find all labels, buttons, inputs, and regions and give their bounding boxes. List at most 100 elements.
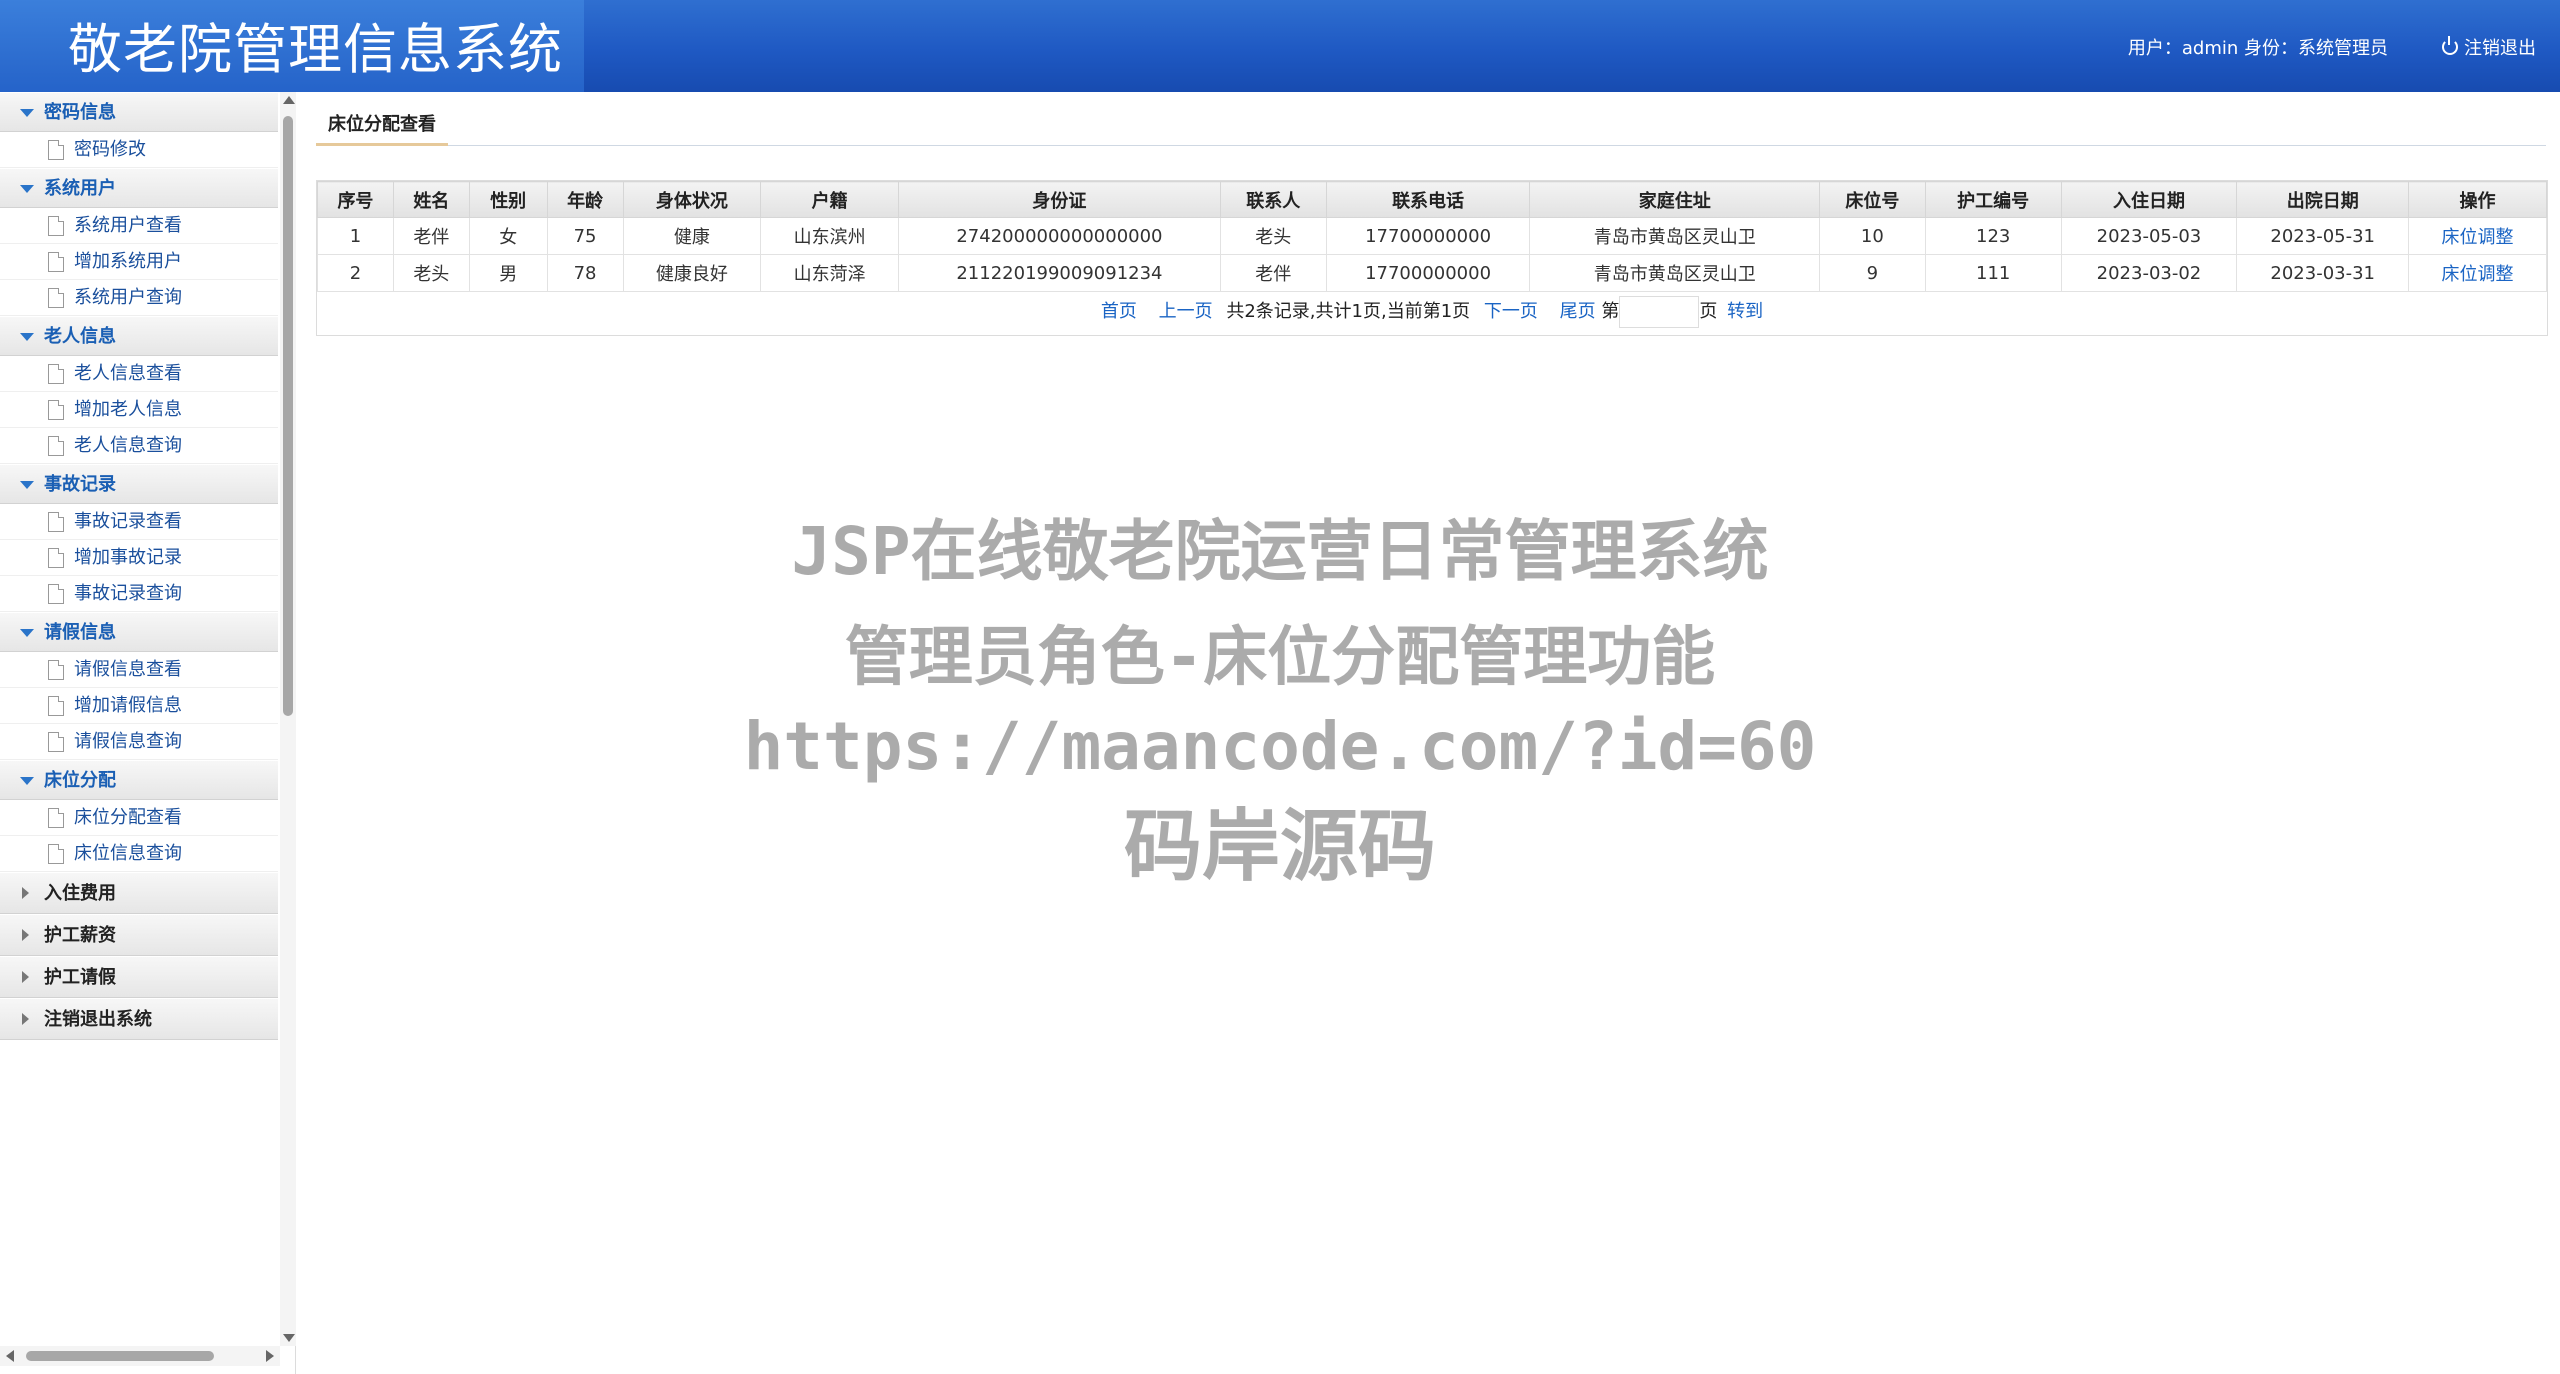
sidebar-item-password-change[interactable]: 密码修改 [0, 132, 278, 168]
sidebar-item-accident-query[interactable]: 事故记录查询 [0, 576, 278, 612]
bed-adjust-link[interactable]: 床位调整 [2408, 217, 2547, 255]
data-panel: 序号 姓名 性别 年龄 身体状况 户籍 身份证 联系人 联系电话 家庭住址 床位… [316, 180, 2548, 336]
sidebar-item-bed-query[interactable]: 床位信息查询 [0, 836, 278, 872]
scroll-down-icon[interactable] [283, 1334, 295, 1342]
table-cell: 274200000000000000 [898, 217, 1221, 255]
scroll-thumb[interactable] [26, 1351, 214, 1361]
sidebar-item-accident-add[interactable]: 增加事故记录 [0, 540, 278, 576]
sidebar: 密码信息 密码修改 系统用户 系统用户查看 增加系统用户 系统用户查询 老人信息… [0, 92, 296, 1374]
chevron-down-icon [20, 481, 34, 489]
sidebar-group-fees[interactable]: 入住费用 [0, 872, 278, 914]
column-header: 入住日期 [2060, 181, 2238, 218]
chevron-right-icon [22, 971, 29, 983]
pagination: 首页 上一页 共2条记录,共计1页,当前第1页 下一页 尾页 第 页 转到 [317, 292, 2547, 332]
scroll-up-icon[interactable] [283, 96, 295, 104]
column-header: 联系人 [1219, 181, 1327, 218]
user-info: 用户：admin 身份：系统管理员 [2127, 38, 2388, 59]
document-icon [48, 400, 64, 420]
document-icon [48, 844, 64, 864]
sidebar-item-system-user-add[interactable]: 增加系统用户 [0, 244, 278, 280]
table-cell: 10 [1818, 217, 1926, 255]
chevron-down-icon [20, 333, 34, 341]
sidebar-item-elderly-view[interactable]: 老人信息查看 [0, 356, 278, 392]
document-icon [48, 696, 64, 716]
chevron-down-icon [20, 185, 34, 193]
table-row: 1 老伴 女 75 健康 山东滨州 274200000000000000 老头 … [317, 217, 2547, 255]
sidebar-horizontal-scrollbar[interactable] [0, 1346, 280, 1366]
sidebar-group-beds[interactable]: 床位分配 [0, 760, 278, 800]
column-header: 户籍 [760, 181, 900, 218]
sidebar-item-elderly-query[interactable]: 老人信息查询 [0, 428, 278, 464]
table-cell: 健康良好 [622, 254, 762, 292]
document-icon [48, 584, 64, 604]
sidebar-item-elderly-add[interactable]: 增加老人信息 [0, 392, 278, 428]
chevron-down-icon [20, 777, 34, 785]
sidebar-group-leave[interactable]: 请假信息 [0, 612, 278, 652]
pager-page-suffix: 页 [1699, 301, 1718, 322]
pager-first-link[interactable]: 首页 [1101, 301, 1137, 322]
scroll-thumb[interactable] [283, 116, 293, 716]
table-cell: 2023-05-31 [2236, 217, 2410, 255]
document-icon [48, 288, 64, 308]
table-cell: 17700000000 [1325, 254, 1531, 292]
document-icon [48, 436, 64, 456]
sidebar-group-accidents[interactable]: 事故记录 [0, 464, 278, 504]
sidebar-group-system-users[interactable]: 系统用户 [0, 168, 278, 208]
sidebar-item-system-user-view[interactable]: 系统用户查看 [0, 208, 278, 244]
page-number-input[interactable] [1619, 296, 1700, 328]
sidebar-item-system-user-query[interactable]: 系统用户查询 [0, 280, 278, 316]
column-header: 操作 [2408, 181, 2547, 218]
chevron-down-icon [20, 109, 34, 117]
document-icon [48, 140, 64, 160]
app-title: 敬老院管理信息系统 [68, 18, 563, 81]
sidebar-group-caregiver-leave[interactable]: 护工请假 [0, 956, 278, 998]
column-header: 身体状况 [622, 181, 762, 218]
sidebar-group-password[interactable]: 密码信息 [0, 92, 278, 132]
logo-area: 敬老院管理信息系统 [0, 0, 584, 92]
table-cell: 健康 [622, 217, 762, 255]
table-cell: 青岛市黄岛区灵山卫 [1529, 217, 1820, 255]
pager-go-link[interactable]: 转到 [1727, 301, 1763, 322]
sidebar-group-elderly[interactable]: 老人信息 [0, 316, 278, 356]
bed-adjust-link[interactable]: 床位调整 [2408, 254, 2547, 292]
scroll-right-icon[interactable] [266, 1350, 274, 1362]
column-header: 性别 [468, 181, 548, 218]
top-header: 敬老院管理信息系统 用户：admin 身份：系统管理员 注销退出 [0, 0, 2560, 92]
table-cell: 2023-03-31 [2236, 254, 2410, 292]
tab-bed-allocation-view[interactable]: 床位分配查看 [316, 110, 448, 146]
sidebar-item-leave-add[interactable]: 增加请假信息 [0, 688, 278, 724]
table-header-row: 序号 姓名 性别 年龄 身体状况 户籍 身份证 联系人 联系电话 家庭住址 床位… [317, 181, 2547, 218]
sidebar-vertical-scrollbar[interactable] [280, 92, 296, 1346]
column-header: 家庭住址 [1529, 181, 1820, 218]
power-icon [2442, 36, 2458, 55]
document-icon [48, 548, 64, 568]
table-cell: 211220199009091234 [898, 254, 1221, 292]
column-header: 年龄 [546, 181, 624, 218]
tab-bar: 床位分配查看 [316, 110, 2546, 146]
watermark-line-1: JSP在线敬老院运营日常管理系统 [791, 513, 1769, 590]
sidebar-item-bed-view[interactable]: 床位分配查看 [0, 800, 278, 836]
sidebar-item-leave-query[interactable]: 请假信息查询 [0, 724, 278, 760]
chevron-right-icon [22, 929, 29, 941]
table-cell: 老伴 [392, 217, 470, 255]
sidebar-group-logout[interactable]: 注销退出系统 [0, 998, 278, 1040]
pager-summary: 共2条记录,共计1页,当前第1页 [1226, 301, 1471, 322]
table-cell: 2023-05-03 [2060, 217, 2238, 255]
sidebar-group-caregiver-salary[interactable]: 护工薪资 [0, 914, 278, 956]
sidebar-item-accident-view[interactable]: 事故记录查看 [0, 504, 278, 540]
table-cell: 山东滨州 [760, 217, 900, 255]
pager-prev-link[interactable]: 上一页 [1159, 301, 1213, 322]
pager-next-link[interactable]: 下一页 [1484, 301, 1538, 322]
sidebar-item-leave-view[interactable]: 请假信息查看 [0, 652, 278, 688]
pager-page-prefix: 第 [1601, 301, 1620, 322]
column-header: 联系电话 [1325, 181, 1531, 218]
logout-button[interactable]: 注销退出 [2442, 34, 2536, 60]
scroll-left-icon[interactable] [6, 1350, 14, 1362]
document-icon [48, 364, 64, 384]
watermark-line-3: https://maancode.com/?id=60 [743, 708, 1817, 785]
table-cell: 山东菏泽 [760, 254, 900, 292]
table-cell: 女 [468, 217, 548, 255]
chevron-right-icon [22, 887, 29, 899]
column-header: 姓名 [392, 181, 470, 218]
pager-last-link[interactable]: 尾页 [1560, 301, 1596, 322]
